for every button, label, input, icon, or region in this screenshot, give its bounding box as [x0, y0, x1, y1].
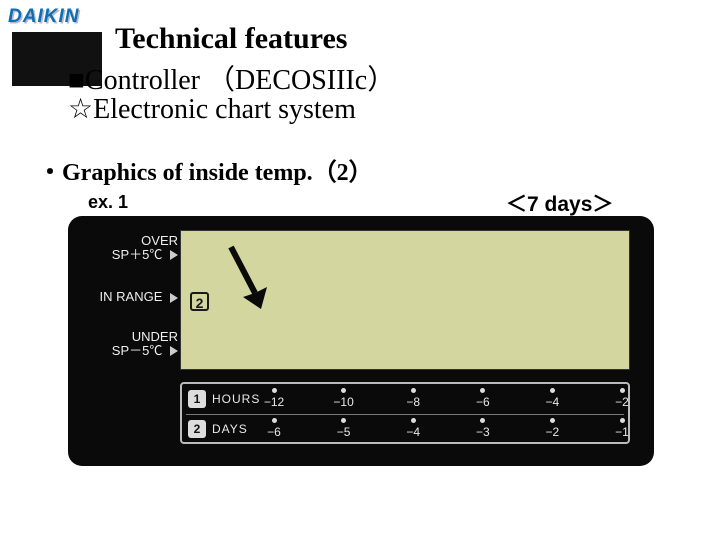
days-scale: −6−5−4−3−2−1 — [274, 416, 622, 444]
row-badge-hours: 1 — [188, 390, 206, 408]
tick-dot-icon — [272, 418, 277, 423]
tick: −6 — [457, 386, 509, 409]
timeline-row-hours: 1 HOURS −12−10−8−6−4−2 — [182, 386, 628, 414]
y-label-under-2: SP－5℃ — [112, 343, 163, 358]
selected-scale-badge: 2 — [190, 292, 209, 311]
tick-dot-icon — [341, 388, 346, 393]
tick-dot-icon — [411, 388, 416, 393]
row-name-days: DAYS — [212, 422, 248, 436]
tick-value: −12 — [248, 395, 300, 409]
y-label-inrange: IN RANGE — [78, 290, 178, 304]
pointer-icon — [170, 346, 178, 356]
brand-logo: DAIKIN — [8, 6, 79, 28]
pointer-icon — [170, 293, 178, 303]
period-label: ＜7 days＞ — [506, 188, 613, 218]
tick-dot-icon — [620, 418, 625, 423]
tick-value: −5 — [318, 425, 370, 439]
tick-dot-icon — [550, 418, 555, 423]
tick-dot-icon — [411, 418, 416, 423]
tick: −1 — [596, 416, 648, 439]
y-label-over-2: SP＋5℃ — [112, 247, 163, 262]
tick: −5 — [318, 416, 370, 439]
y-label-under: UNDER SP－5℃ — [78, 330, 178, 357]
tick-value: −6 — [457, 395, 509, 409]
tick-value: −10 — [318, 395, 370, 409]
timeline-row-days: 2 DAYS −6−5−4−3−2−1 — [182, 416, 628, 444]
tick-dot-icon — [620, 388, 625, 393]
tick-value: −2 — [526, 425, 578, 439]
chart-screen — [180, 230, 630, 370]
y-label-over: OVER SP＋5℃ — [78, 234, 178, 261]
tick: −6 — [248, 416, 300, 439]
device-panel: OVER SP＋5℃ IN RANGE UNDER SP－5℃ — [68, 216, 654, 466]
tick-dot-icon — [272, 388, 277, 393]
tick-value: −8 — [387, 395, 439, 409]
y-axis-labels: OVER SP＋5℃ IN RANGE UNDER SP－5℃ — [78, 230, 178, 370]
section-bullet: ・Graphics of inside temp.（2） — [38, 152, 373, 187]
example-label: ex. 1 — [88, 192, 128, 213]
tick-value: −4 — [526, 395, 578, 409]
tick: −10 — [318, 386, 370, 409]
tick: −2 — [596, 386, 648, 409]
tick: −8 — [387, 386, 439, 409]
temperature-trace — [181, 231, 631, 371]
tick-value: −6 — [248, 425, 300, 439]
tick-value: −1 — [596, 425, 648, 439]
tick: −2 — [526, 416, 578, 439]
subtitle-chart-system: ☆Electronic chart system — [68, 92, 356, 126]
y-label-inrange-1: IN RANGE — [100, 289, 163, 304]
tick-value: −4 — [387, 425, 439, 439]
tick: −4 — [526, 386, 578, 409]
row-divider — [186, 414, 624, 415]
tick-dot-icon — [341, 418, 346, 423]
tick-dot-icon — [480, 418, 485, 423]
tick-dot-icon — [480, 388, 485, 393]
tick: −4 — [387, 416, 439, 439]
tick-dot-icon — [550, 388, 555, 393]
tick: −3 — [457, 416, 509, 439]
tick-value: −3 — [457, 425, 509, 439]
page-title: Technical features — [115, 22, 348, 56]
hours-scale: −12−10−8−6−4−2 — [274, 386, 622, 414]
timeline-panel: 1 HOURS −12−10−8−6−4−2 2 DAYS −6−5−4−3−2… — [180, 382, 630, 444]
tick: −12 — [248, 386, 300, 409]
tick-value: −2 — [596, 395, 648, 409]
pointer-icon — [170, 250, 178, 260]
row-badge-days: 2 — [188, 420, 206, 438]
